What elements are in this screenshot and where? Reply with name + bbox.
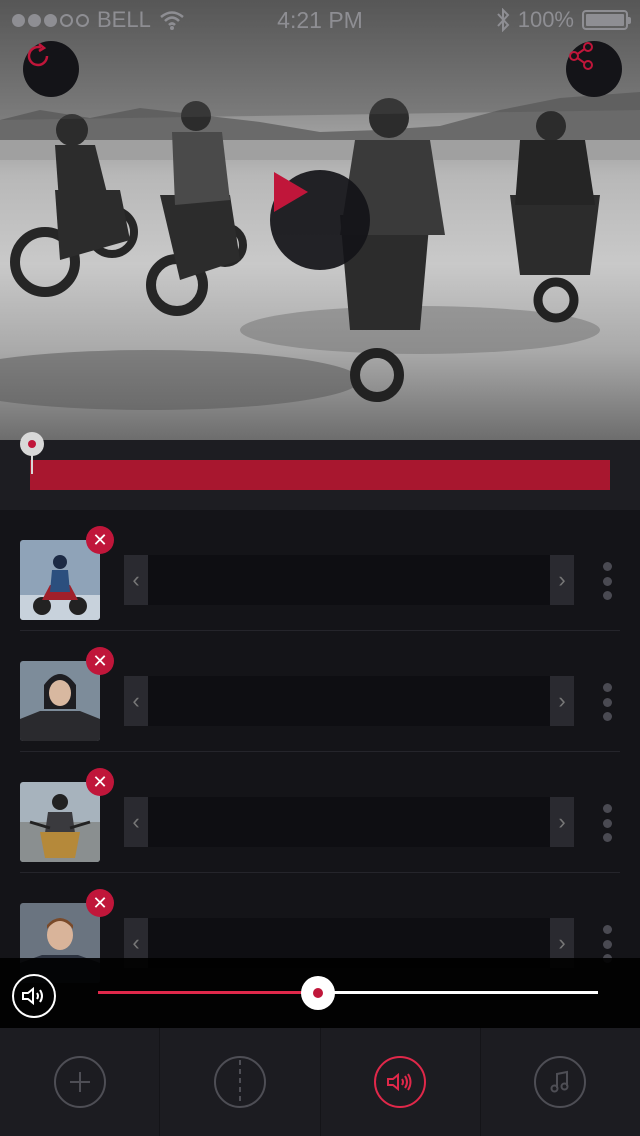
track-row[interactable]: ✕ ‹ › — [0, 631, 640, 752]
trim-right-handle[interactable]: › — [550, 555, 574, 605]
track-thumbnail[interactable] — [20, 661, 100, 741]
track-thumbnail[interactable] — [20, 540, 100, 620]
trim-right-handle[interactable]: › — [550, 797, 574, 847]
chevron-right-icon: › — [558, 567, 566, 592]
playhead-handle[interactable] — [20, 432, 44, 456]
plus-icon — [69, 1072, 90, 1092]
carrier-label: BELL — [97, 7, 151, 32]
track-list: ✕ ‹ › ✕ ‹ › ✕ ‹ › ✕ ‹ › — [0, 510, 640, 1030]
track-strip[interactable]: ‹ › — [124, 676, 574, 726]
mute-toggle-button[interactable] — [12, 974, 56, 1018]
chevron-right-icon: › — [558, 688, 566, 713]
bottom-toolbar — [0, 1028, 640, 1136]
playhead-line — [31, 454, 33, 474]
battery-icon — [582, 10, 631, 30]
track-thumbnail[interactable] — [20, 782, 100, 862]
chevron-left-icon: ‹ — [132, 930, 140, 955]
tab-music[interactable] — [481, 1028, 640, 1136]
remove-track-button[interactable]: ✕ — [86, 889, 114, 917]
chevron-left-icon: ‹ — [132, 809, 140, 834]
volume-slider-knob[interactable] — [301, 976, 335, 1010]
track-menu-icon[interactable] — [601, 562, 613, 600]
chevron-right-icon: › — [558, 930, 566, 955]
track-strip[interactable]: ‹ › — [124, 555, 574, 605]
speaker-icon — [387, 1072, 412, 1092]
chevron-left-icon: ‹ — [132, 567, 140, 592]
play-button[interactable] — [270, 170, 370, 270]
share-button[interactable] — [566, 41, 622, 97]
status-bar: BELL 4:21 PM 100% — [0, 0, 640, 40]
wifi-icon — [160, 11, 184, 30]
split-icon — [238, 1060, 241, 1104]
speaker-icon — [22, 986, 43, 1006]
track-strip[interactable]: ‹ › — [124, 797, 574, 847]
tab-volume[interactable] — [321, 1028, 481, 1136]
track-row[interactable]: ✕ ‹ › — [0, 752, 640, 873]
trim-left-handle[interactable]: ‹ — [124, 676, 148, 726]
battery-percent: 100% — [517, 7, 574, 32]
track-menu-icon[interactable] — [601, 804, 613, 842]
share-icon — [569, 42, 593, 70]
status-right: 100% — [496, 7, 631, 33]
tab-split[interactable] — [160, 1028, 321, 1136]
timeline-clip-bar[interactable] — [30, 460, 610, 490]
remove-track-button[interactable]: ✕ — [86, 647, 114, 675]
track-row[interactable]: ✕ ‹ › — [0, 510, 640, 631]
refresh-icon — [27, 43, 49, 67]
chevron-left-icon: ‹ — [132, 688, 140, 713]
volume-panel — [0, 958, 640, 1028]
reset-button[interactable] — [23, 41, 79, 97]
timeline[interactable] — [0, 432, 640, 510]
track-menu-icon[interactable] — [601, 683, 613, 721]
status-left: BELL — [12, 7, 185, 33]
clock-label: 4:21 PM — [277, 6, 363, 33]
music-note-icon — [550, 1070, 569, 1093]
volume-slider-fill — [98, 991, 318, 994]
chevron-right-icon: › — [558, 809, 566, 834]
play-icon — [274, 172, 308, 212]
tab-add[interactable] — [0, 1028, 161, 1136]
trim-left-handle[interactable]: ‹ — [124, 555, 148, 605]
bluetooth-icon — [496, 8, 510, 32]
video-preview[interactable] — [0, 0, 640, 440]
trim-left-handle[interactable]: ‹ — [124, 797, 148, 847]
volume-slider[interactable] — [98, 976, 598, 1010]
signal-strength-icon — [12, 13, 89, 27]
remove-track-button[interactable]: ✕ — [86, 526, 114, 554]
remove-track-button[interactable]: ✕ — [86, 768, 114, 796]
trim-right-handle[interactable]: › — [550, 676, 574, 726]
